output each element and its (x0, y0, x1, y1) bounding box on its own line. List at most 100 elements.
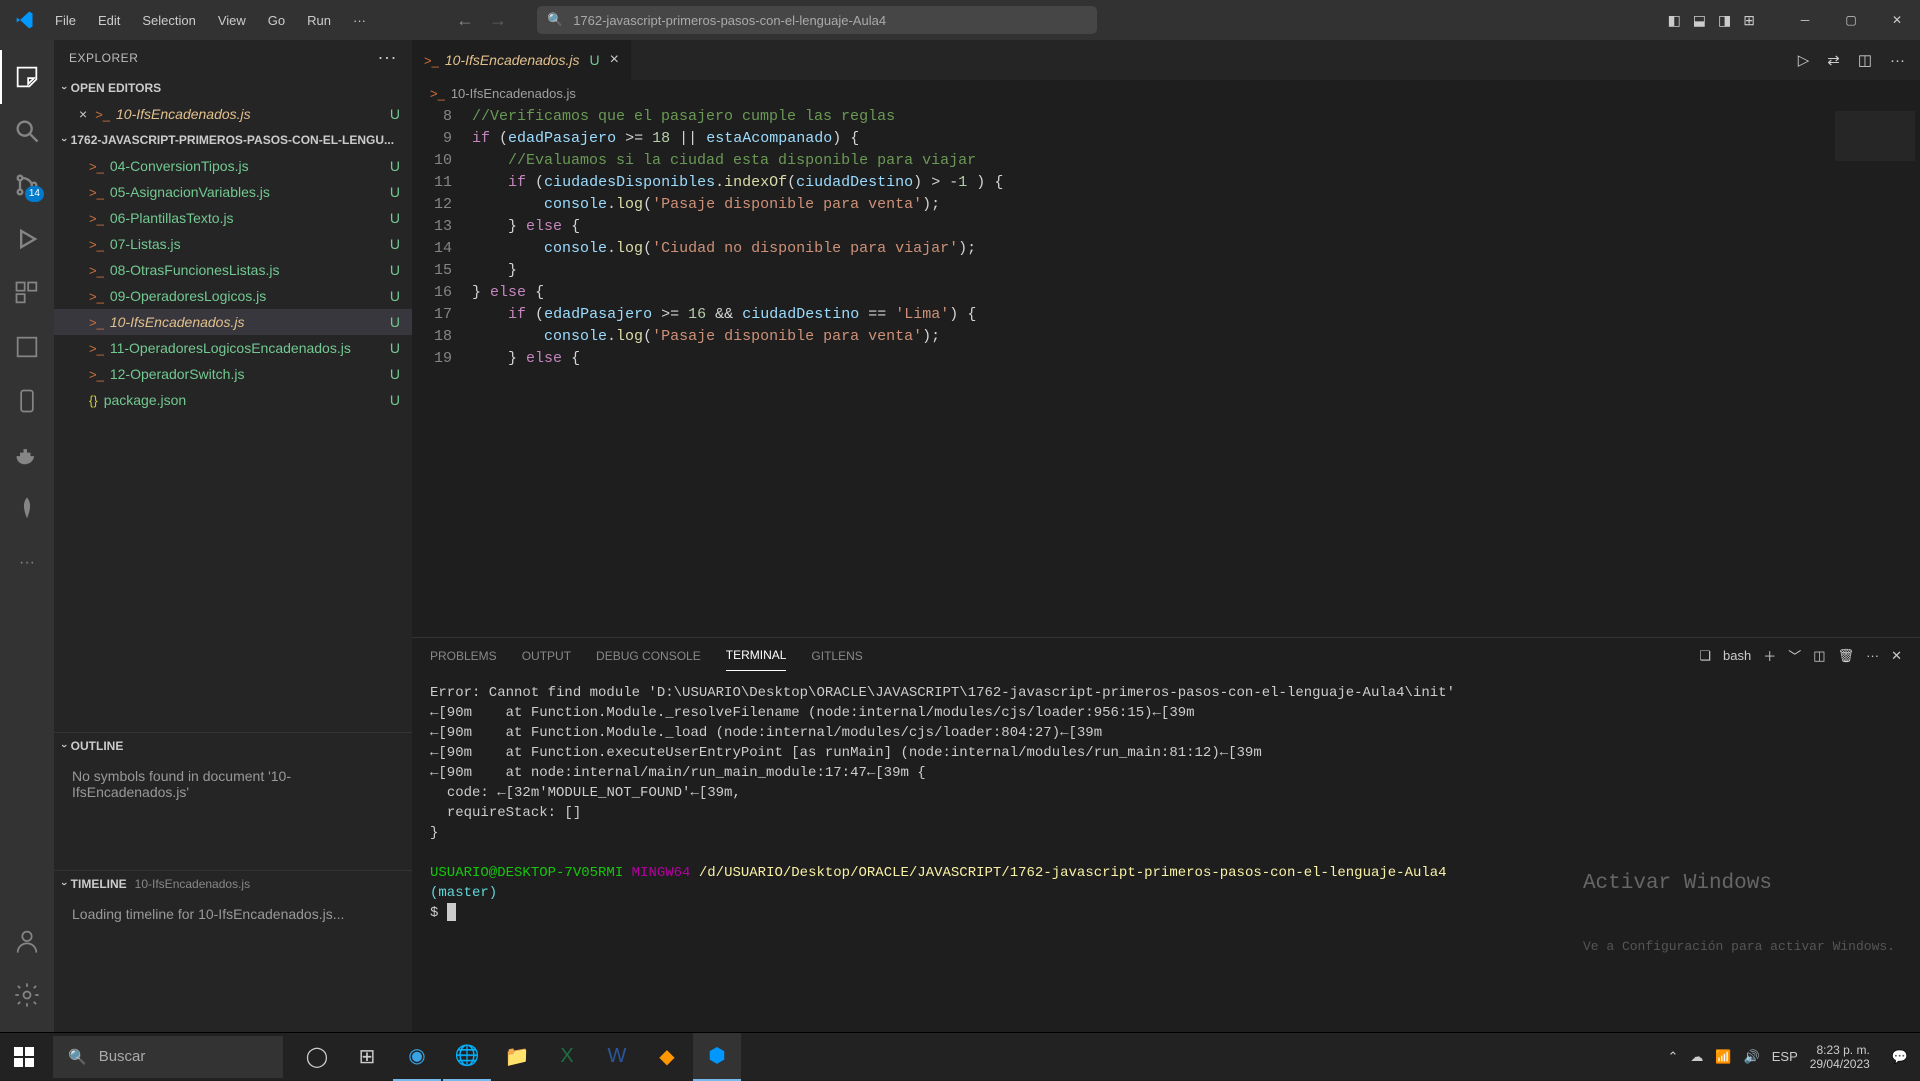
taskbar-vscode-icon[interactable]: ⬢ (693, 1033, 741, 1081)
systray-notifications-icon[interactable]: 💬 (1892, 1049, 1908, 1065)
taskbar-word-icon[interactable]: W (593, 1033, 641, 1081)
new-terminal-icon[interactable]: ＋ (1763, 646, 1776, 665)
menu-go[interactable]: Go (258, 5, 295, 36)
outline-header[interactable]: › OUTLINE (54, 732, 412, 758)
activity-overflow-icon[interactable]: ··· (0, 536, 54, 590)
taskbar-search[interactable]: 🔍 Buscar (53, 1036, 283, 1078)
systray-lang[interactable]: ESP (1772, 1049, 1798, 1064)
file-item[interactable]: >_11-OperadoresLogicosEncadenados.jsU (54, 335, 412, 361)
taskbar-cortana-icon[interactable]: ◯ (293, 1033, 341, 1081)
editor-tab[interactable]: >_ 10-IfsEncadenados.js U × (412, 40, 632, 80)
menu-run[interactable]: Run (297, 5, 341, 36)
panel-tab-debug[interactable]: DEBUG CONSOLE (596, 641, 701, 671)
minimap[interactable] (1830, 106, 1920, 637)
taskbar-explorer-icon[interactable]: 📁 (493, 1033, 541, 1081)
activity-extensions-icon[interactable] (0, 266, 54, 320)
file-item[interactable]: >_07-Listas.jsU (54, 231, 412, 257)
open-editors-header[interactable]: › OPEN EDITORS (54, 75, 412, 101)
layout-customize-icon[interactable]: ⊞ (1743, 12, 1755, 29)
activity-scm-icon[interactable]: 14 (0, 158, 54, 212)
layout-toggle-panel-icon[interactable]: ⬓ (1693, 12, 1706, 29)
menu-more-icon[interactable]: ··· (343, 5, 376, 36)
split-editor-icon[interactable]: ◫ (1858, 51, 1872, 69)
file-item[interactable]: {}package.jsonU (54, 387, 412, 413)
taskbar-taskview-icon[interactable]: ⊞ (343, 1033, 391, 1081)
file-item[interactable]: >_09-OperadoresLogicos.jsU (54, 283, 412, 309)
menu-file[interactable]: File (45, 5, 86, 36)
file-item[interactable]: >_04-ConversionTipos.jsU (54, 153, 412, 179)
diff-icon[interactable]: ⇄ (1827, 51, 1840, 69)
breadcrumb[interactable]: >_ 10-IfsEncadenados.js (412, 80, 1920, 106)
panel-more-icon[interactable]: ··· (1866, 648, 1879, 663)
menu-selection[interactable]: Selection (132, 5, 205, 36)
close-icon[interactable]: × (79, 106, 87, 122)
project-folder-header[interactable]: › 1762-JAVASCRIPT-PRIMEROS-PASOS-CON-EL-… (54, 127, 412, 153)
code-content[interactable]: //Verificamos que el pasajero cumple las… (472, 106, 1920, 637)
taskbar-chrome-icon[interactable]: 🌐 (443, 1033, 491, 1081)
taskbar-edge-icon[interactable]: ◉ (393, 1033, 441, 1081)
terminal[interactable]: Error: Cannot find module 'D:\USUARIO\De… (412, 673, 1920, 1032)
activity-account-icon[interactable] (0, 914, 54, 968)
file-item[interactable]: >_12-OperadorSwitch.jsU (54, 361, 412, 387)
file-item[interactable]: >_06-PlantillasTexto.jsU (54, 205, 412, 231)
taskbar-excel-icon[interactable]: X (543, 1033, 591, 1081)
kill-terminal-icon[interactable]: 🗑 (1838, 648, 1855, 664)
git-status: U (390, 288, 400, 304)
timeline-header[interactable]: › TIMELINE 10-IfsEncadenados.js (54, 870, 412, 896)
activity-docker-icon[interactable] (0, 428, 54, 482)
nav-forward-icon[interactable]: → (489, 10, 507, 31)
panel-tab-terminal[interactable]: TERMINAL (726, 640, 787, 671)
file-item[interactable]: >_05-AsignacionVariables.jsU (54, 179, 412, 205)
terminal-dropdown-icon[interactable]: ﹀ (1788, 646, 1801, 665)
git-status: U (390, 314, 400, 330)
activity-settings-icon[interactable] (0, 968, 54, 1022)
js-file-icon: >_ (89, 341, 104, 356)
systray-onedrive-icon[interactable]: ☁ (1690, 1049, 1703, 1065)
activity-explorer-icon[interactable] (0, 50, 54, 104)
start-button[interactable] (0, 1033, 48, 1081)
activity-mongo-icon[interactable] (0, 482, 54, 536)
sidebar-title: EXPLORER (69, 51, 138, 65)
git-status: U (390, 392, 400, 408)
sidebar-more-icon[interactable]: ··· (378, 47, 397, 68)
split-terminal-icon[interactable]: ◫ (1813, 648, 1825, 664)
activity-remote-icon[interactable] (0, 320, 54, 374)
systray-volume-icon[interactable]: 🔊 (1744, 1049, 1760, 1065)
code-editor[interactable]: 8910111213141516171819 //Verificamos que… (412, 106, 1920, 637)
titlebar: File Edit Selection View Go Run ··· ← → … (0, 0, 1920, 40)
editor-tabs: >_ 10-IfsEncadenados.js U × ▷ ⇄ ◫ ··· (412, 40, 1920, 80)
activity-search-icon[interactable] (0, 104, 54, 158)
terminal-cursor (447, 903, 456, 921)
editor-more-icon[interactable]: ··· (1890, 52, 1905, 69)
panel-tab-gitlens[interactable]: GITLENS (811, 641, 862, 671)
activity-device-icon[interactable] (0, 374, 54, 428)
systray-wifi-icon[interactable]: 📶 (1715, 1049, 1731, 1065)
activity-debug-icon[interactable] (0, 212, 54, 266)
explorer-sidebar: EXPLORER ··· › OPEN EDITORS × >_ 10-IfsE… (54, 40, 412, 1032)
minimize-button[interactable]: ─ (1782, 0, 1828, 40)
panel-tab-output[interactable]: OUTPUT (522, 641, 571, 671)
terminal-profile-icon[interactable]: ❏ (1699, 648, 1711, 664)
systray-clock[interactable]: 8:23 p. m. 29/04/2023 (1810, 1043, 1870, 1071)
systray-chevron-icon[interactable]: ⌃ (1667, 1049, 1678, 1065)
file-item[interactable]: >_10-IfsEncadenados.jsU (54, 309, 412, 335)
close-tab-icon[interactable]: × (610, 51, 619, 69)
open-editor-item[interactable]: × >_ 10-IfsEncadenados.js U (54, 101, 412, 127)
close-button[interactable]: ✕ (1874, 0, 1920, 40)
menu-edit[interactable]: Edit (88, 5, 130, 36)
file-item[interactable]: >_08-OtrasFuncionesListas.jsU (54, 257, 412, 283)
close-panel-icon[interactable]: ✕ (1891, 648, 1902, 664)
taskbar-sublime-icon[interactable]: ◆ (643, 1033, 691, 1081)
vscode-logo-icon (15, 10, 35, 30)
nav-back-icon[interactable]: ← (456, 10, 474, 31)
panel-tab-problems[interactable]: PROBLEMS (430, 641, 497, 671)
run-file-icon[interactable]: ▷ (1798, 51, 1810, 69)
search-icon: 🔍 (547, 12, 563, 28)
search-icon: 🔍 (68, 1048, 87, 1066)
command-center-search[interactable]: 🔍 1762-javascript-primeros-pasos-con-el-… (537, 6, 1097, 34)
git-status: U (589, 52, 599, 68)
layout-toggle-secondary-icon[interactable]: ◨ (1718, 12, 1731, 29)
layout-toggle-sidebar-icon[interactable]: ◧ (1668, 12, 1681, 29)
menu-view[interactable]: View (208, 5, 256, 36)
maximize-button[interactable]: ▢ (1828, 0, 1874, 40)
